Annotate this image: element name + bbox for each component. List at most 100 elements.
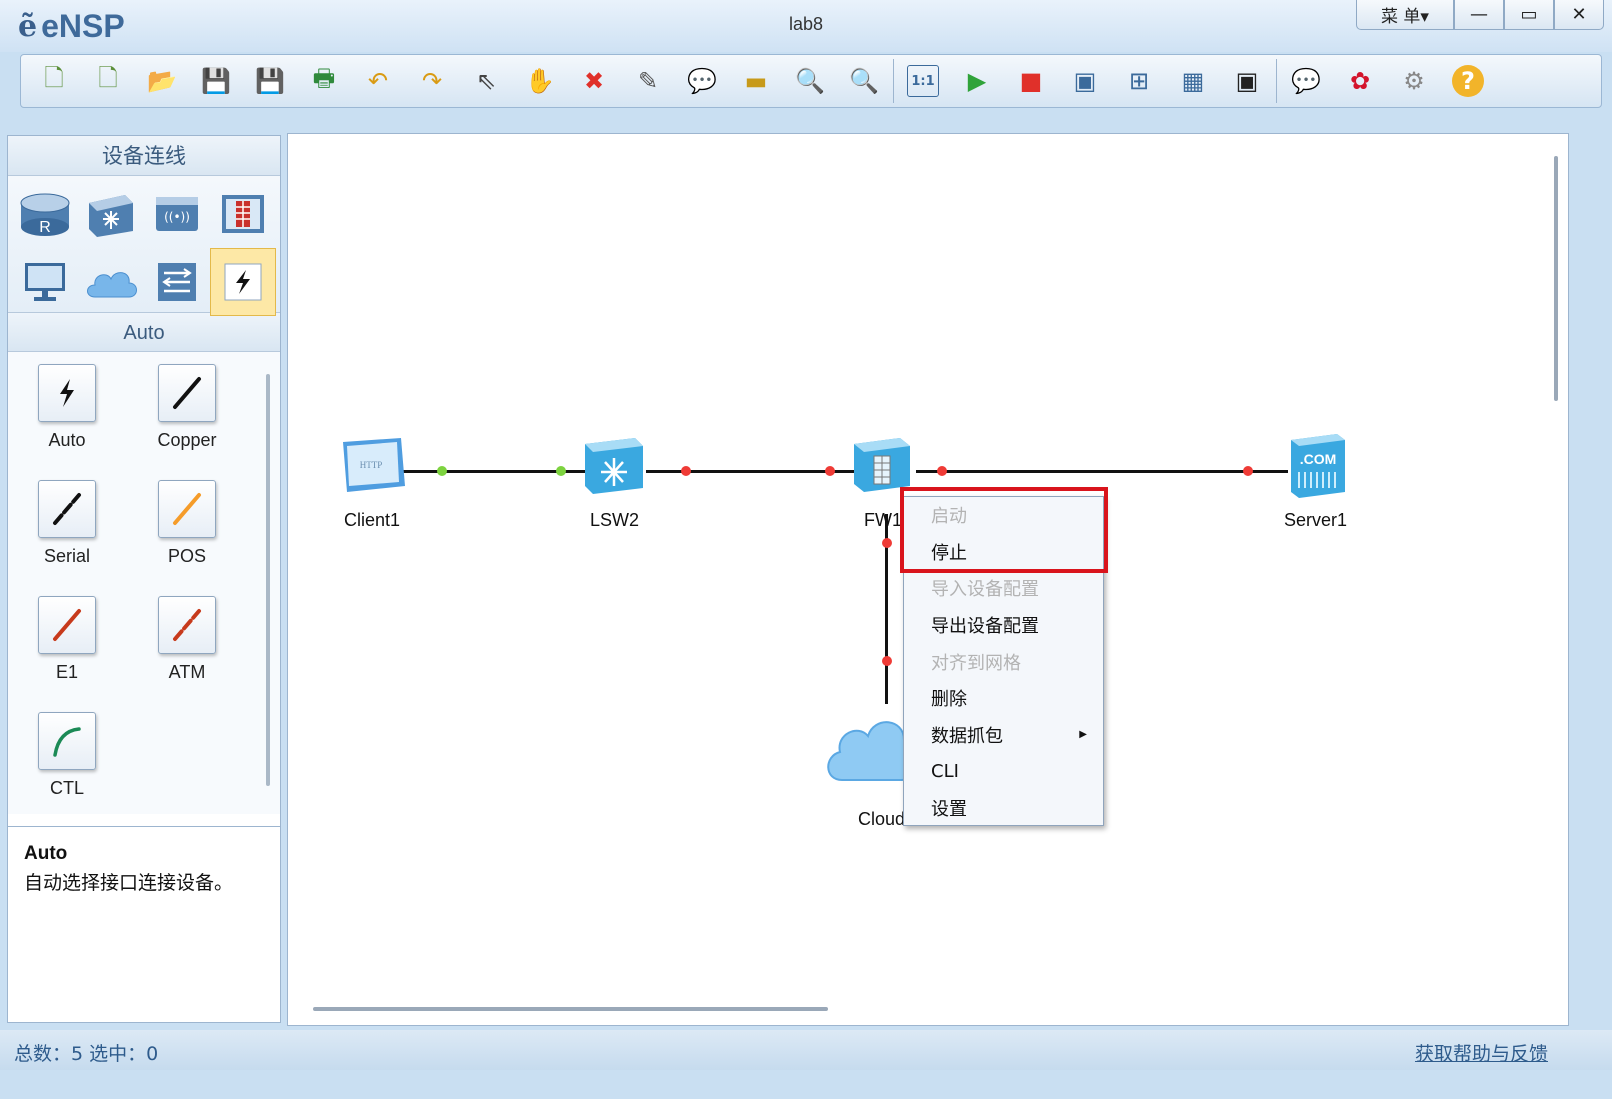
cable-ctl[interactable]: CTL xyxy=(8,712,126,799)
zoom-out-button[interactable]: 🔍 xyxy=(837,57,891,105)
cable-label: CTL xyxy=(49,778,84,798)
save-as-button[interactable]: 💾 xyxy=(243,57,297,105)
topology-icon: ⊞ xyxy=(1128,67,1150,95)
context-menu-item[interactable]: 删除 xyxy=(904,680,1103,717)
cable-ctl-icon xyxy=(38,712,96,770)
new-topology-button[interactable]: 🗋 xyxy=(27,57,81,105)
vertical-scrollbar[interactable] xyxy=(1554,156,1558,401)
zoom-in-button[interactable]: 🔍 xyxy=(783,57,837,105)
cable-e1[interactable]: E1 xyxy=(8,596,126,683)
context-menu-item[interactable]: CLI xyxy=(904,753,1103,790)
node-cloud[interactable] xyxy=(824,694,917,799)
context-menu-item[interactable]: 数据抓包 ▶ xyxy=(904,717,1103,754)
cable-auto-icon xyxy=(38,364,96,422)
maximize-button[interactable]: ▭ xyxy=(1504,0,1554,30)
redo-button[interactable]: ↷ xyxy=(405,57,459,105)
panel-scrollbar[interactable] xyxy=(266,374,270,786)
cable-label: E1 xyxy=(55,662,79,682)
settings-button[interactable]: ⚙ xyxy=(1387,57,1441,105)
other-device-icon[interactable] xyxy=(144,248,210,316)
hand-icon: ✋ xyxy=(525,67,555,95)
annotation-highlight-box xyxy=(900,487,1108,573)
main-menu-button[interactable]: 菜 单▾ xyxy=(1356,0,1454,30)
help-feedback-link[interactable]: 获取帮助与反馈 xyxy=(1415,1039,1548,1066)
stop-button[interactable]: ■ xyxy=(1004,57,1058,105)
wlan-icon[interactable]: ((•)) xyxy=(144,180,210,248)
open-button[interactable]: 📂 xyxy=(135,57,189,105)
help-button[interactable]: ? xyxy=(1441,57,1495,105)
text-button[interactable]: 💬 xyxy=(675,57,729,105)
cable-pos-icon xyxy=(158,480,216,538)
delete-link-icon: ✎ xyxy=(637,67,659,95)
select-button[interactable]: ⇖ xyxy=(459,57,513,105)
link-lsw2-fw1[interactable] xyxy=(646,470,854,473)
client-icon: HTTP xyxy=(343,438,405,492)
cable-label: ATM xyxy=(168,662,206,682)
topology-button[interactable]: ⊞ xyxy=(1112,57,1166,105)
cable-atm[interactable]: ATM xyxy=(128,596,246,683)
print-button[interactable]: 🖶 xyxy=(297,57,351,105)
switch-icon[interactable] xyxy=(78,180,144,248)
text-icon: 💬 xyxy=(687,67,717,95)
grid-icon: ▦ xyxy=(1181,67,1205,95)
capture-button[interactable]: ▣ xyxy=(1058,57,1112,105)
context-menu-item-label: 设置 xyxy=(931,799,967,821)
router-icon[interactable]: R xyxy=(12,180,78,248)
undo-button[interactable]: ↶ xyxy=(351,57,405,105)
main-toolbar: 🗋 🗋 📂 💾 💾 🖶 ↶ ↷ ⇖ ✋ ✖ ✎ 💬 ▬ 🔍 🔍 1:1 ▶ ■ ▣ ⊞ ▦ ▣ 💬 ✿ ⚙? xyxy=(20,54,1602,108)
save-as-icon: 💾 xyxy=(255,67,285,95)
horizontal-scrollbar[interactable] xyxy=(313,1007,828,1011)
port-status-down xyxy=(1243,466,1253,476)
cloud-icon[interactable] xyxy=(78,248,144,316)
help-icon: ? xyxy=(1452,65,1484,97)
link-fw1-server1[interactable] xyxy=(916,470,1288,473)
node-lsw2[interactable] xyxy=(574,434,654,503)
port-status-down xyxy=(825,466,835,476)
context-menu-item[interactable]: 设置 xyxy=(904,790,1103,827)
minimize-button[interactable]: — xyxy=(1454,0,1504,30)
cable-copper-icon xyxy=(158,364,216,422)
svg-text:R: R xyxy=(39,219,51,236)
palette-button[interactable]: ▬ xyxy=(729,57,783,105)
node-label: Server1 xyxy=(1284,510,1348,530)
delete-icon: ✖ xyxy=(583,67,605,95)
screen-button[interactable]: ▣ xyxy=(1220,57,1274,105)
node-server1[interactable]: .COM xyxy=(1282,430,1352,505)
new-example-button[interactable]: 🗋 xyxy=(81,57,135,105)
cable-auto[interactable]: Auto xyxy=(8,364,126,451)
palette-icon: ▬ xyxy=(744,67,768,95)
start-icon: ▶ xyxy=(967,67,987,95)
save-button[interactable]: 💾 xyxy=(189,57,243,105)
huawei-icon: ✿ xyxy=(1349,67,1371,95)
cable-e1-icon xyxy=(38,596,96,654)
cable-serial[interactable]: Serial xyxy=(8,480,126,567)
context-menu-item-label: 删除 xyxy=(931,689,967,711)
redo-icon: ↷ xyxy=(421,67,443,95)
chat-button[interactable]: 💬 xyxy=(1279,57,1333,105)
status-bar: 总数：5 选中：0 获取帮助与反馈 xyxy=(0,1030,1612,1070)
context-menu-item-label: 导入设备配置 xyxy=(931,579,1039,601)
context-menu-item-label: 导出设备配置 xyxy=(931,616,1039,638)
open-icon: 📂 xyxy=(147,67,177,95)
delete-link-button[interactable]: ✎ xyxy=(621,57,675,105)
cable-atm-icon xyxy=(158,596,216,654)
save-icon: 💾 xyxy=(201,67,231,95)
cable-copper[interactable]: Copper xyxy=(128,364,246,451)
grid-button[interactable]: ▦ xyxy=(1166,57,1220,105)
cable-list: Auto Copper Serial POS E1 ATM CTL xyxy=(8,352,280,814)
close-button[interactable]: ✕ xyxy=(1554,0,1604,30)
node-client1[interactable]: HTTP xyxy=(328,434,418,501)
huawei-button[interactable]: ✿ xyxy=(1333,57,1387,105)
start-button[interactable]: ▶ xyxy=(950,57,1004,105)
pc-icon[interactable] xyxy=(12,248,78,316)
firewall-icon[interactable] xyxy=(210,180,276,248)
cable-pos[interactable]: POS xyxy=(128,480,246,567)
hand-button[interactable]: ✋ xyxy=(513,57,567,105)
title-bar: ẽ eNSP lab8 菜 单▾ — ▭ ✕ xyxy=(0,0,1612,52)
window-controls: 菜 单▾ — ▭ ✕ xyxy=(1356,0,1604,30)
delete-button[interactable]: ✖ xyxy=(567,57,621,105)
cable-icon[interactable] xyxy=(210,248,276,316)
fit-button[interactable]: 1:1 xyxy=(896,57,950,105)
context-menu-item[interactable]: 导出设备配置 xyxy=(904,607,1103,644)
node-label: Client1 xyxy=(344,510,401,530)
